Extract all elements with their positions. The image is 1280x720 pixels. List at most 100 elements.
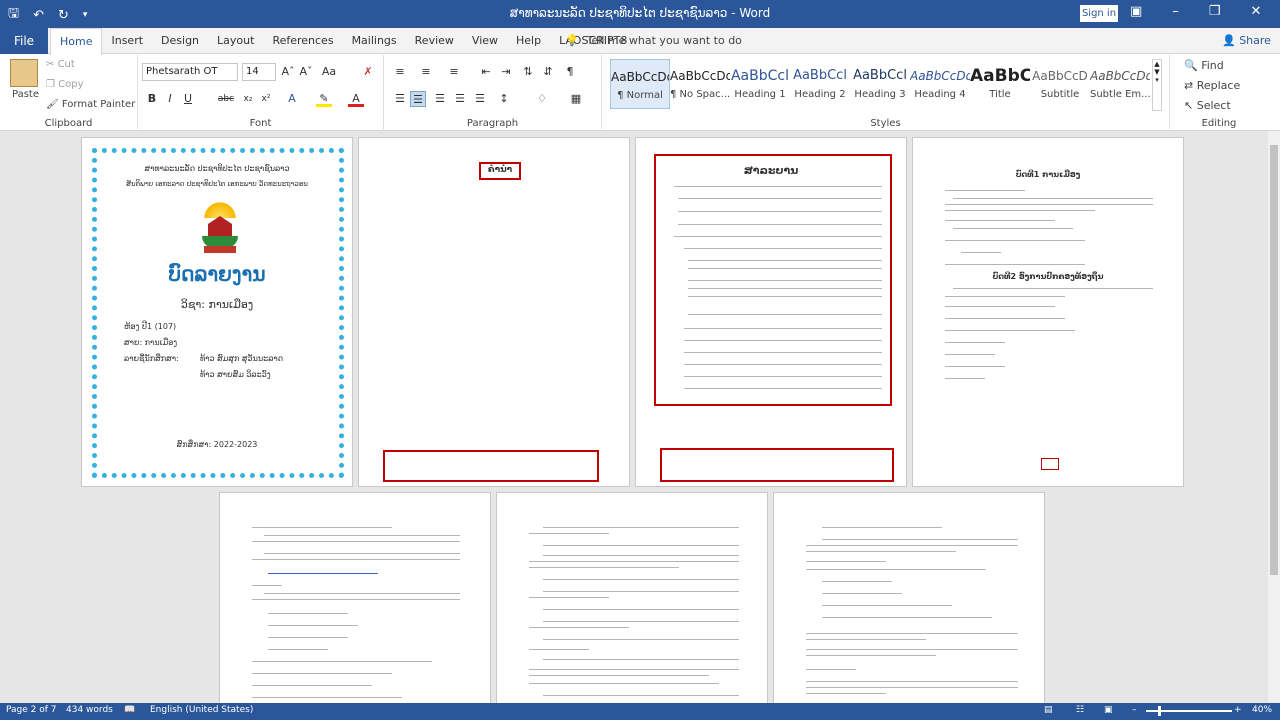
underline-icon[interactable]: U: [180, 91, 196, 107]
tab-home[interactable]: Home: [50, 28, 103, 55]
shrink-font-icon[interactable]: Aˇ: [298, 64, 314, 80]
styles-scroll[interactable]: ▲ ▼ ▾: [1152, 59, 1162, 111]
print-layout-icon[interactable]: ▣: [1104, 705, 1113, 715]
borders-icon[interactable]: ▦: [568, 91, 584, 107]
hyperlink-line[interactable]: [268, 573, 378, 574]
line-spacing-icon[interactable]: ↕: [496, 91, 512, 107]
bullets-icon[interactable]: ≡: [392, 64, 408, 80]
page-1[interactable]: ສາທາລະນະລັດ ປະຊາທິປະໄຕ ປະຊາຊົນລາວ ສັນຕິພ…: [81, 137, 353, 487]
share-button[interactable]: 👤 Share: [1222, 28, 1271, 54]
italic-icon[interactable]: I: [162, 91, 178, 107]
page-3[interactable]: ສາລະບານ: [635, 137, 907, 487]
distributed-icon[interactable]: ☰: [472, 91, 488, 107]
style-heading-1[interactable]: AaBbCcl Heading 1: [730, 59, 790, 109]
font-size-select[interactable]: 14: [242, 63, 276, 81]
style-heading-4[interactable]: AaBbCcDd Heading 4: [910, 59, 970, 109]
tab-layout[interactable]: Layout: [208, 28, 263, 54]
page-7[interactable]: [773, 492, 1045, 703]
subscript-icon[interactable]: x₂: [240, 91, 256, 107]
highlight-icon[interactable]: ✎: [316, 91, 332, 107]
sign-in-button[interactable]: Sign in: [1080, 5, 1118, 22]
clear-formatting-icon[interactable]: ✗: [360, 64, 376, 80]
style-title[interactable]: AaBbC Title: [970, 59, 1030, 109]
close-icon[interactable]: ✕: [1250, 4, 1261, 19]
font-name-select[interactable]: Phetsarath OT: [142, 63, 238, 81]
grow-font-icon[interactable]: Aˆ: [280, 64, 296, 80]
word-count[interactable]: 434 words: [66, 705, 113, 715]
multilevel-list-icon[interactable]: ≡: [446, 64, 462, 80]
copy-button[interactable]: ❐ Copy: [46, 79, 84, 90]
style-preview: AaBbCcD: [1032, 69, 1088, 83]
lao-layout-icon[interactable]: ⇅: [520, 64, 536, 80]
text-line: [543, 621, 739, 622]
font-color-icon[interactable]: A: [348, 91, 364, 107]
justify-icon[interactable]: ☰: [452, 91, 468, 107]
tab-review[interactable]: Review: [406, 28, 463, 54]
tab-file[interactable]: File: [0, 28, 48, 54]
style-subtitle[interactable]: AaBbCcD Subtitle: [1030, 59, 1090, 109]
zoom-out-icon[interactable]: –: [1132, 705, 1137, 715]
style-heading-3[interactable]: AaBbCcl Heading 3: [850, 59, 910, 109]
language[interactable]: English (United States): [150, 705, 253, 715]
page-2[interactable]: ຄໍານໍາ: [358, 137, 630, 487]
text-line: [543, 545, 739, 546]
page-count[interactable]: Page 2 of 7: [6, 705, 57, 715]
paste-icon[interactable]: [10, 59, 38, 87]
style-subtle-emphasis[interactable]: AaBbCcDd Subtle Em...: [1090, 59, 1151, 109]
zoom-in-icon[interactable]: +: [1234, 705, 1242, 715]
document-area[interactable]: ສາທາລະນະລັດ ປະຊາທິປະໄຕ ປະຊາຊົນລາວ ສັນຕິພ…: [0, 131, 1268, 703]
text-line: [529, 669, 739, 670]
scrollbar-thumb[interactable]: [1270, 145, 1278, 575]
text-line: [806, 693, 886, 694]
page-4[interactable]: ບົດທີ1 ການເມືອງ ບົດທີ2 ອົງການປົກຄອງທ້ອງຖ…: [912, 137, 1184, 487]
style-no-spacing[interactable]: AaBbCcDd ¶ No Spac...: [670, 59, 730, 109]
minimize-icon[interactable]: –: [1172, 4, 1179, 19]
editing-label: Editing: [1201, 118, 1237, 129]
toc-line: [688, 296, 882, 297]
zoom-level[interactable]: 40%: [1252, 705, 1272, 715]
decrease-indent-icon[interactable]: ⇤: [478, 64, 494, 80]
change-case-icon[interactable]: Aa: [318, 64, 340, 80]
text-line: [806, 633, 1018, 634]
show-marks-icon[interactable]: ¶: [562, 64, 578, 80]
tab-references[interactable]: References: [263, 28, 342, 54]
increase-indent-icon[interactable]: ⇥: [498, 64, 514, 80]
style-heading-2[interactable]: AaBbCcl Heading 2: [790, 59, 850, 109]
restore-icon[interactable]: ❐: [1209, 4, 1221, 19]
text-line: [543, 555, 739, 556]
cut-button[interactable]: ✂ Cut: [46, 59, 75, 70]
paste-button[interactable]: Paste: [12, 89, 39, 100]
ribbon-tabs: File Home Insert Design Layout Reference…: [0, 28, 1280, 55]
text-line: [806, 649, 1018, 650]
numbering-icon[interactable]: ≡: [418, 64, 434, 80]
vertical-scrollbar[interactable]: [1268, 131, 1280, 703]
strikethrough-icon[interactable]: abc: [216, 91, 236, 107]
ribbon-display-icon[interactable]: ▣: [1130, 4, 1142, 19]
format-painter-button[interactable]: 🖌 Format Painter: [46, 99, 135, 110]
style-normal[interactable]: AaBbCcDd ¶ Normal: [610, 59, 670, 109]
text-effects-icon[interactable]: A: [284, 91, 300, 107]
focus-mode-icon[interactable]: ▤: [1044, 705, 1053, 715]
find-button[interactable]: 🔍 Find: [1184, 59, 1224, 72]
align-center-icon[interactable]: ☰: [410, 91, 426, 107]
bold-icon[interactable]: B: [144, 91, 160, 107]
shading-icon[interactable]: ♢: [534, 91, 550, 107]
page-5[interactable]: [219, 492, 491, 703]
tab-view[interactable]: View: [463, 28, 507, 54]
font-group: Phetsarath OT 14 Aˆ Aˇ Aa ✗ B I U abc x₂…: [138, 55, 384, 131]
select-button[interactable]: ↖ Select: [1184, 99, 1231, 112]
superscript-icon[interactable]: x²: [258, 91, 274, 107]
zoom-slider-thumb[interactable]: [1158, 706, 1161, 716]
tab-mailings[interactable]: Mailings: [343, 28, 406, 54]
align-left-icon[interactable]: ☰: [392, 91, 408, 107]
tab-help[interactable]: Help: [507, 28, 550, 54]
tell-me-box[interactable]: 💡 Tell me what you want to do: [565, 28, 742, 54]
proofing-icon[interactable]: 📖: [124, 705, 135, 715]
tab-design[interactable]: Design: [152, 28, 208, 54]
replace-button[interactable]: ⇄ Replace: [1184, 79, 1240, 92]
align-right-icon[interactable]: ☰: [432, 91, 448, 107]
read-mode-icon[interactable]: ☷: [1076, 705, 1084, 715]
tab-insert[interactable]: Insert: [102, 28, 152, 54]
sort-icon[interactable]: ⇵: [540, 64, 556, 80]
page-6[interactable]: [496, 492, 768, 703]
